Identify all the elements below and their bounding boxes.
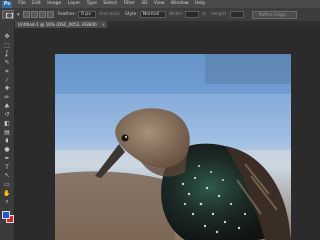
pen-icon[interactable]: ✒ <box>3 155 11 162</box>
document-tab-title: Untitled-1 @ 16% (DSC_0052, RGB/8) <box>18 22 97 27</box>
antialias-checkbox[interactable]: Anti-alias <box>99 12 120 17</box>
menu-file[interactable]: File <box>15 0 29 8</box>
menu-bar: Ps File Edit Image Layer Type Select Fil… <box>0 0 320 8</box>
style-select[interactable]: Normal <box>139 11 166 18</box>
menu-help[interactable]: Help <box>192 0 209 8</box>
zoom-icon[interactable]: ⌕ <box>3 198 11 205</box>
blur-icon[interactable]: ◖ <box>3 137 11 144</box>
document-tab-bar: Untitled-1 @ 16% (DSC_0052, RGB/8) × <box>15 21 320 28</box>
menu-window[interactable]: Window <box>168 0 192 8</box>
subtract-selection-icon[interactable] <box>38 11 46 18</box>
menu-filter[interactable]: Filter <box>120 0 138 8</box>
foreground-color-swatch[interactable] <box>2 211 10 219</box>
crop-icon[interactable]: ⌗ <box>3 68 11 75</box>
menu-select[interactable]: Select <box>100 0 120 8</box>
starling-photo <box>55 54 291 240</box>
eraser-icon[interactable]: ◧ <box>3 120 11 127</box>
height-input[interactable] <box>229 11 244 18</box>
document-canvas[interactable] <box>55 54 291 240</box>
close-icon[interactable]: × <box>101 21 105 28</box>
intersect-selection-icon[interactable] <box>46 11 54 18</box>
type-icon[interactable]: T <box>3 164 11 171</box>
menu-edit[interactable]: Edit <box>29 0 44 8</box>
width-input[interactable] <box>185 11 200 18</box>
new-selection-icon[interactable] <box>22 11 30 18</box>
gradient-icon[interactable]: ▤ <box>3 129 11 136</box>
width-label: Width: <box>168 12 184 17</box>
options-bar: ▾ Feather: 0 px Anti-alias Style: Normal… <box>0 8 320 22</box>
tool-preset-picker[interactable] <box>2 10 14 19</box>
dodge-icon[interactable]: ● <box>3 146 11 153</box>
chevron-down-icon[interactable]: ▾ <box>17 12 20 18</box>
menu-layer[interactable]: Layer <box>64 0 83 8</box>
shape-icon[interactable]: ▭ <box>3 181 11 188</box>
document-tab[interactable]: Untitled-1 @ 16% (DSC_0052, RGB/8) × <box>15 21 107 28</box>
marquee-icon[interactable]: ⬚ <box>3 42 11 49</box>
brush-icon[interactable]: ✏ <box>3 94 11 101</box>
path-select-icon[interactable]: ↖ <box>3 172 11 179</box>
quick-select-icon[interactable]: ✎ <box>3 59 11 66</box>
feather-label: Feather: <box>57 12 77 17</box>
refine-edge-button[interactable]: Refine Edge... <box>251 10 297 19</box>
photoshop-logo-icon[interactable]: Ps <box>2 0 12 8</box>
swap-dimensions-icon[interactable]: ⇄ <box>202 12 206 17</box>
healing-icon[interactable]: ✚ <box>3 85 11 92</box>
lasso-icon[interactable]: ʆ <box>3 50 11 57</box>
style-label: Style: <box>125 12 138 17</box>
hand-icon[interactable]: ✋ <box>3 190 11 197</box>
move-icon[interactable]: ✥ <box>3 33 11 40</box>
menu-3d[interactable]: 3D <box>138 0 151 8</box>
menu-view[interactable]: View <box>151 0 168 8</box>
eyedropper-icon[interactable]: ⁄ <box>3 77 11 84</box>
menu-image[interactable]: Image <box>44 0 64 8</box>
menu-type[interactable]: Type <box>83 0 100 8</box>
tools-panel: ✥ ⬚ ʆ ✎ ⌗ ⁄ ✚ ✏ ♣ ↺ ◧ ▤ ◖ ● ✒ T ↖ ▭ ✋ ⌕ <box>0 21 15 240</box>
height-label: Height: <box>211 12 228 17</box>
history-brush-icon[interactable]: ↺ <box>3 111 11 118</box>
add-selection-icon[interactable] <box>30 11 38 18</box>
feather-input[interactable]: 0 px <box>78 11 97 18</box>
clone-stamp-icon[interactable]: ♣ <box>3 103 11 110</box>
